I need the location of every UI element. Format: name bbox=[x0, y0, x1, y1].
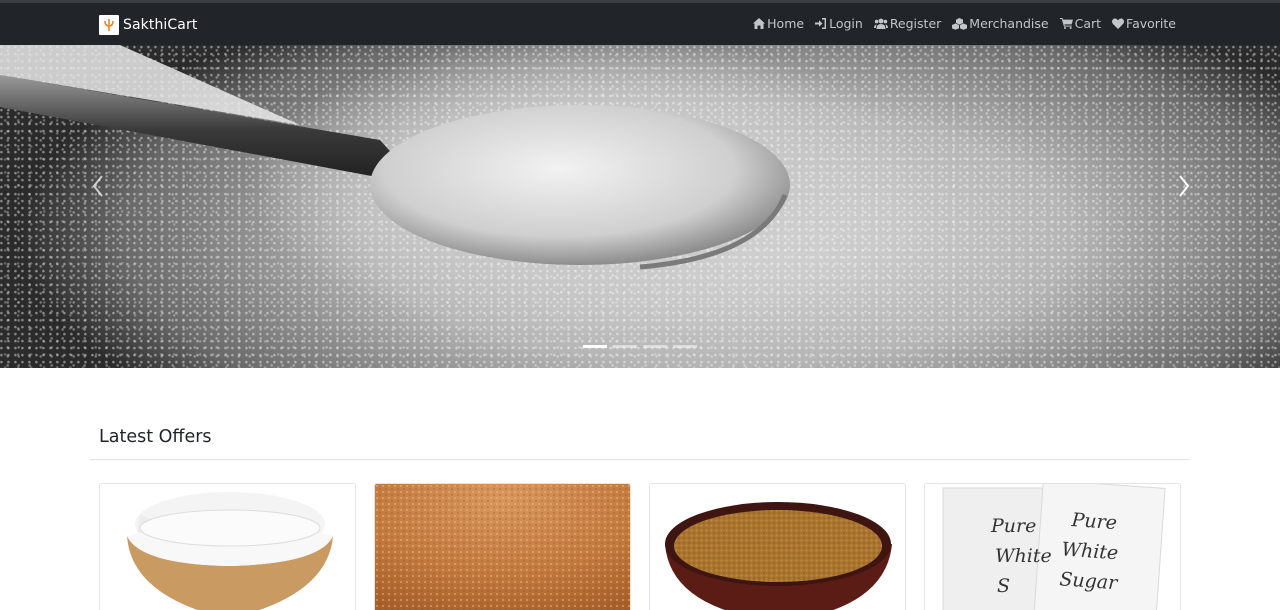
nav-merchandise[interactable]: Merchandise bbox=[952, 16, 1049, 31]
sachet-text-pure-left: Pure bbox=[990, 515, 1036, 537]
nav-login-label: Login bbox=[829, 16, 863, 31]
nav-cart-label: Cart bbox=[1074, 16, 1102, 31]
nav-cart[interactable]: Cart bbox=[1059, 16, 1102, 31]
nav-favorite[interactable]: Favorite bbox=[1112, 16, 1176, 31]
users-icon bbox=[873, 18, 888, 29]
product-card-white-sugar-sachets[interactable]: Pure White S Pure White Sugar bbox=[924, 483, 1181, 610]
nav-home[interactable]: Home bbox=[753, 16, 804, 31]
spoon-image bbox=[0, 45, 790, 270]
hero-carousel bbox=[0, 45, 1280, 368]
carousel-next-button[interactable] bbox=[1172, 173, 1196, 199]
carousel-indicator-2[interactable] bbox=[613, 345, 637, 348]
nav-favorite-label: Favorite bbox=[1126, 16, 1176, 31]
shopping-cart-icon bbox=[1059, 18, 1073, 29]
product-card-brown-sugar-bowl[interactable] bbox=[649, 483, 906, 610]
product-card-brown-sugar-crystals[interactable] bbox=[374, 483, 631, 610]
carousel-prev-button[interactable] bbox=[86, 173, 110, 199]
section-divider bbox=[90, 459, 1189, 460]
nav-login[interactable]: Login bbox=[815, 16, 863, 31]
brand-name: SakthiCart bbox=[123, 17, 198, 33]
carousel-indicator-1[interactable] bbox=[583, 345, 607, 348]
chevron-left-icon bbox=[92, 175, 103, 197]
sachet-text-white-left: White bbox=[995, 545, 1052, 567]
carousel-indicator-3[interactable] bbox=[643, 345, 667, 348]
brown-sugar-crystals-image bbox=[375, 484, 630, 610]
nav-merchandise-label: Merchandise bbox=[969, 16, 1049, 31]
sign-in-icon bbox=[815, 18, 827, 29]
sachet-text-sugar-left: S bbox=[997, 575, 1010, 597]
white-sugar-bowl-image bbox=[100, 484, 355, 610]
carousel-indicator-4[interactable] bbox=[673, 345, 697, 348]
nav-register-label: Register bbox=[889, 16, 942, 31]
sachet-text-pure-right: Pure bbox=[1070, 509, 1118, 534]
sugar-sachets-image: Pure White S Pure White Sugar bbox=[925, 484, 1180, 610]
sachet-text-sugar-right: Sugar bbox=[1059, 568, 1120, 594]
product-card-white-sugar-bowl[interactable] bbox=[99, 483, 356, 610]
carousel-indicators bbox=[583, 345, 697, 348]
heart-icon bbox=[1112, 18, 1125, 29]
cubes-icon bbox=[952, 17, 968, 30]
brand-link[interactable]: SakthiCart bbox=[99, 15, 197, 35]
brown-sugar-bowl-image bbox=[650, 484, 905, 610]
nav-register[interactable]: Register bbox=[873, 16, 942, 31]
top-navbar: SakthiCart Home Login Register Merchandi… bbox=[0, 0, 1280, 45]
latest-offers-heading: Latest Offers bbox=[99, 427, 212, 447]
sachet-text-white-right: White bbox=[1061, 538, 1119, 564]
home-icon bbox=[753, 18, 766, 29]
nav-home-label: Home bbox=[767, 16, 805, 31]
nav-menu: Home Login Register Merchandise Cart Fav… bbox=[753, 16, 1176, 31]
trident-logo-icon bbox=[99, 15, 119, 35]
chevron-right-icon bbox=[1179, 175, 1190, 197]
